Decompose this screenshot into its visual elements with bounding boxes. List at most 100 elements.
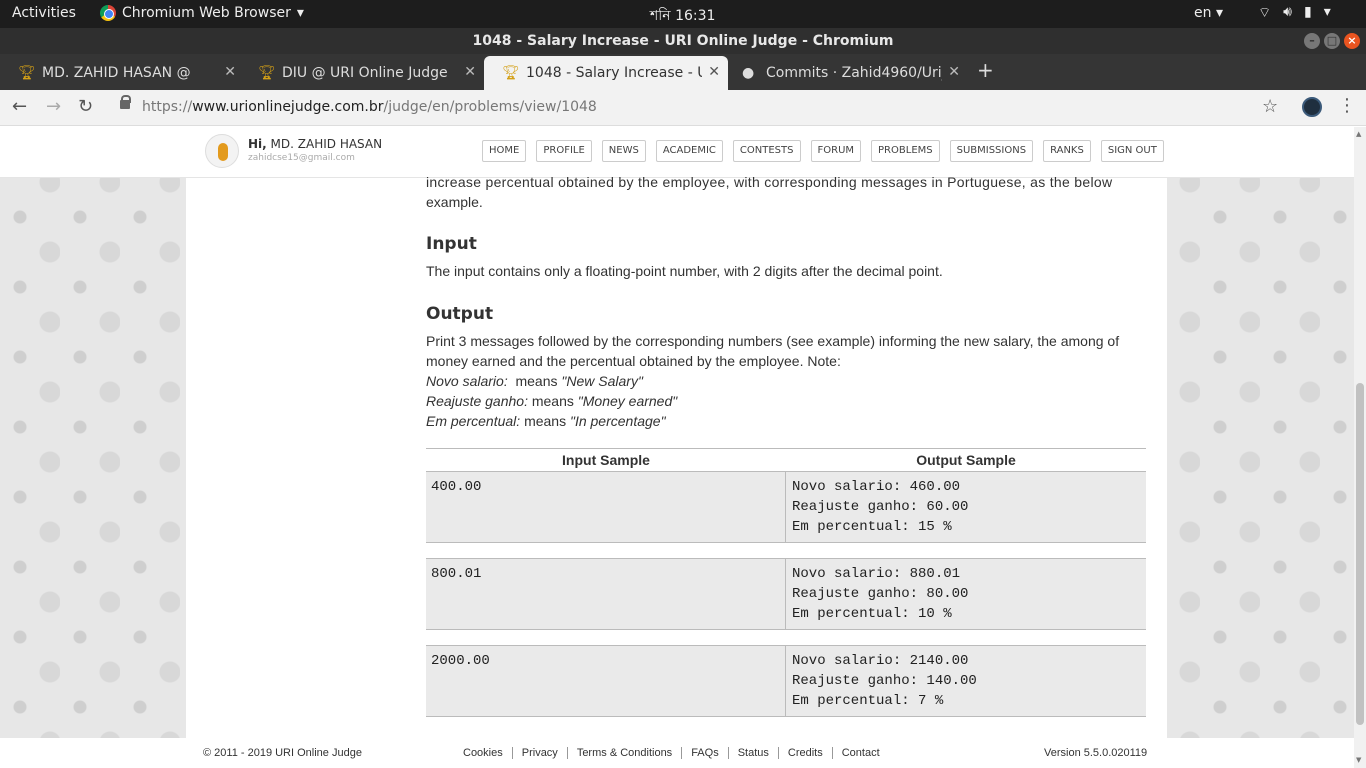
nav-ranks[interactable]: RANKS [1043,140,1091,162]
sample-output: Novo salario: 880.01 Reajuste ganho: 80.… [786,559,1146,629]
language-indicator[interactable]: en ▾ [1194,5,1223,21]
samples-header: Input Sample Output Sample [426,448,1146,471]
nav-news[interactable]: NEWS [601,140,646,162]
scroll-up-icon[interactable]: ▲ [1356,130,1361,138]
forward-arrow-icon[interactable]: → [46,96,61,117]
input-heading: Input [426,234,477,254]
kebab-menu-icon[interactable]: ⋮ [1338,95,1356,116]
nav-profile[interactable]: PROFILE [536,140,592,162]
close-icon[interactable]: ✕ [464,64,476,80]
user-email: zahidcse15@gmail.com [248,153,355,163]
output-line: Reajuste ganho: 140.00 [792,673,977,689]
user-greeting: Hi, MD. ZAHID HASAN [248,137,382,151]
profile-avatar-icon[interactable] [1302,97,1322,117]
output-line: Em percentual: 10 % [792,606,952,622]
tab-github-commits[interactable]: ● Commits · Zahid4960/Uri_ ✕ [724,56,968,90]
user-avatar[interactable] [205,134,239,168]
app-menu[interactable]: Chromium Web Browser ▾ [100,5,304,21]
note-term: Reajuste ganho: [426,393,528,409]
sample-row: 800.01 Novo salario: 880.01 Reajuste gan… [426,558,1146,630]
output-line: Novo salario: 460.00 [792,479,961,495]
nav-sign-out[interactable]: SIGN OUT [1100,140,1164,162]
input-description: The input contains only a floating-point… [426,263,943,279]
sample-input: 800.01 [426,559,786,629]
sample-output: Novo salario: 2140.00 Reajuste ganho: 14… [786,646,1146,716]
sample-output: Novo salario: 460.00 Reajuste ganho: 60.… [786,472,1146,542]
note-term: Novo salario: [426,373,508,389]
copyright: © 2011 - 2019 URI Online Judge [203,747,362,759]
tab-diu[interactable]: 🏆︎ DIU @ URI Online Judge ✕ [240,56,484,90]
window-title-bar: 1048 - Salary Increase - URI Online Judg… [0,28,1366,54]
minimize-icon[interactable]: – [1304,33,1320,49]
system-tray[interactable]: ⌔ 🔊︎ ▮ ▾ [1258,4,1331,22]
nav-submissions[interactable]: SUBMISSIONS [949,140,1034,162]
intro-line: increase percentual obtained by the empl… [426,174,1113,190]
note-translation: "In percentage" [569,413,666,429]
intro-line: example. [426,194,483,210]
footer-link-faqs[interactable]: FAQs [682,747,729,759]
footer-link-privacy[interactable]: Privacy [513,747,568,759]
output-heading: Output [426,304,494,324]
note-means: means [531,393,574,409]
window-controls: – □ × [1304,33,1360,49]
sample-row: 2000.00 Novo salario: 2140.00 Reajuste g… [426,645,1146,717]
samples-table: Input Sample Output Sample 400.00 Novo s… [426,448,1146,732]
output-line: Reajuste ganho: 60.00 [792,499,969,515]
site-footer: © 2011 - 2019 URI Online Judge Cookies P… [0,738,1354,768]
address-bar[interactable]: https://www.urionlinejudge.com.br/judge/… [142,99,597,115]
clock[interactable]: শনি 16:31 [650,4,715,28]
output-line: Novo salario: 880.01 [792,566,961,582]
note-term: Em percentual: [426,413,521,429]
nav-forum[interactable]: FORUM [810,140,862,162]
sample-input: 400.00 [426,472,786,542]
bookmark-star-icon[interactable]: ☆ [1262,96,1278,117]
battery-icon: ▮ [1304,4,1312,20]
user-name[interactable]: MD. ZAHID HASAN [271,137,383,151]
footer-links: Cookies Privacy Terms & Conditions FAQs … [463,747,889,759]
scrollbar-thumb[interactable] [1356,383,1364,725]
activities-button[interactable]: Activities [12,5,76,21]
tab-profile[interactable]: 🏆︎ MD. ZAHID HASAN @ URI ✕ [0,56,244,90]
trophy-icon: 🏆︎ [18,65,36,81]
tab-problem-1048[interactable]: 🏆︎ 1048 - Salary Increase - URI ✕ [484,56,728,90]
reload-icon[interactable]: ↻ [78,96,93,117]
scroll-down-icon[interactable]: ▼ [1356,756,1361,764]
window-title: 1048 - Salary Increase - URI Online Judg… [472,33,894,49]
footer-link-contact[interactable]: Contact [833,747,889,759]
lock-icon[interactable] [120,95,131,109]
tab-label: Commits · Zahid4960/Uri_ [766,65,942,81]
close-icon[interactable]: × [1344,33,1360,49]
sample-row: 400.00 Novo salario: 460.00 Reajuste gan… [426,471,1146,543]
app-name: Chromium Web Browser [122,5,291,21]
nav-academic[interactable]: ACADEMIC [655,140,723,162]
footer-link-cookies[interactable]: Cookies [463,747,513,759]
note-means: means [524,413,567,429]
footer-link-credits[interactable]: Credits [779,747,833,759]
nav-home[interactable]: HOME [482,140,527,162]
tab-label: MD. ZAHID HASAN @ URI [42,65,192,81]
back-arrow-icon[interactable]: ← [12,96,27,117]
output-line: Novo salario: 2140.00 [792,653,969,669]
note-means: means [515,373,558,389]
browser-toolbar: ← → ↻ https://www.urionlinejudge.com.br/… [0,90,1366,126]
new-tab-icon[interactable]: + [977,58,994,82]
footer-link-status[interactable]: Status [729,747,779,759]
web-page: Hi, MD. ZAHID HASAN zahidcse15@gmail.com… [0,127,1354,768]
version-label: Version 5.5.0.020119 [1044,747,1148,759]
tab-label: 1048 - Salary Increase - URI [526,65,702,81]
trophy-icon: 🏆︎ [502,65,520,81]
nav-contests[interactable]: CONTESTS [732,140,801,162]
url-scheme: https:// [142,99,193,115]
close-icon[interactable]: ✕ [948,64,960,80]
note-line: Reajuste ganho: means "Money earned" [426,391,1146,411]
note-translation: "Money earned" [577,393,678,409]
greeting-text: Hi, [248,137,267,151]
footer-link-terms[interactable]: Terms & Conditions [568,747,683,759]
maximize-icon[interactable]: □ [1324,33,1340,49]
nav-problems[interactable]: PROBLEMS [871,140,940,162]
note-line: Novo salario: means "New Salary" [426,371,1146,391]
close-icon[interactable]: ✕ [224,64,236,80]
tab-label: DIU @ URI Online Judge [282,65,448,81]
close-icon[interactable]: ✕ [708,64,720,80]
problem-content: increase percentual obtained by the empl… [186,174,1167,740]
